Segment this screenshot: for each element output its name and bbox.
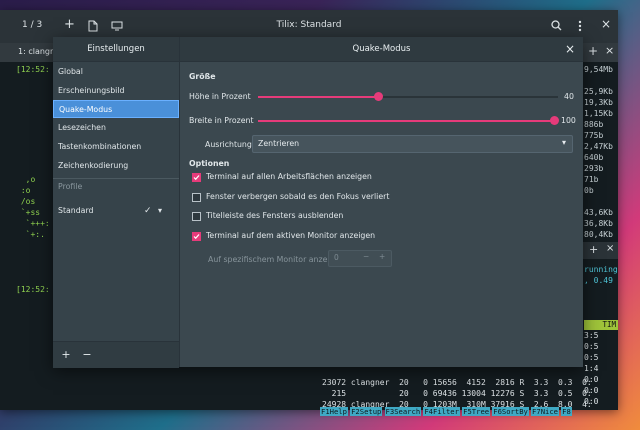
option-label[interactable]: Fenster verbergen sobald es den Fokus ve…: [206, 192, 389, 201]
option-label[interactable]: Terminal auf allen Arbeitsflächen anzeig…: [206, 172, 372, 181]
height-value: 40: [564, 92, 574, 101]
check-icon: ✓: [144, 206, 152, 216]
option-checkbox[interactable]: [192, 173, 201, 182]
search-icon[interactable]: [551, 20, 562, 33]
alignment-label: Ausrichtung: [205, 140, 252, 149]
options-heading: Optionen: [189, 159, 230, 168]
monitor-spinner[interactable]: 0 − +: [328, 250, 392, 267]
option-checkbox[interactable]: [192, 192, 201, 202]
pane-close-icon[interactable]: ×: [606, 243, 614, 254]
window-close-icon[interactable]: ×: [601, 17, 611, 31]
monitor-label: Auf spezifischem Monitor anzeigen: [208, 255, 345, 264]
sidebar-item-bookmarks[interactable]: Lesezeichen: [53, 119, 179, 137]
terminal-status: running , 0.49: [584, 265, 618, 285]
option-label[interactable]: Titelleiste des Fensters ausblenden: [206, 211, 343, 220]
spinner-minus[interactable]: −: [363, 252, 369, 261]
sidebar-item-shortcuts[interactable]: Tastenkombinationen: [53, 138, 179, 156]
htop-key: F8: [561, 407, 572, 416]
width-slider[interactable]: [258, 116, 559, 130]
menu-kebab-icon[interactable]: [578, 20, 582, 34]
sidebar-item-quake[interactable]: Quake-Modus: [53, 100, 179, 118]
dialog-close-icon[interactable]: ×: [565, 37, 575, 61]
split-pane-header: + ×: [583, 242, 618, 259]
width-value: 100: [561, 116, 576, 125]
htop-key: F3Search: [384, 407, 422, 416]
sidebar-item-global[interactable]: Global: [53, 63, 179, 81]
profiles-header: Profile: [58, 182, 83, 191]
option-checkbox[interactable]: [192, 212, 201, 221]
remove-profile-button[interactable]: −: [78, 347, 96, 363]
option-checkbox[interactable]: [192, 231, 201, 241]
size-heading: Größe: [189, 72, 216, 81]
height-slider[interactable]: [258, 92, 558, 106]
htop-key: F1Help: [320, 407, 348, 416]
alignment-select[interactable]: Zentrieren ▾: [252, 135, 573, 153]
window-title: Tilix: Standard: [276, 20, 342, 30]
terminal-right-output: 9,54Mb 25,9Kb 19,3Kb 1,15Kb 886b 775b 2,…: [584, 65, 613, 239]
dropdown-arrow-icon: ▾: [561, 138, 566, 147]
split-close-icon[interactable]: ×: [605, 44, 614, 57]
sidebar-footer: + −: [53, 341, 179, 368]
option-label[interactable]: Terminal auf dem aktiven Monitor anzeige…: [206, 231, 375, 240]
chevron-down-icon[interactable]: ▾: [158, 202, 162, 220]
dialog-title: Quake-Modus ×: [180, 37, 583, 62]
htop-process-rows: 23072 clangner 20 0 15656 4152 2816 R 3.…: [322, 378, 592, 409]
terminal-left-output: [12:52: ,o :o /os `+ss `+++: `+:. [12:52…: [16, 65, 50, 294]
htop-header: TIM: [584, 320, 618, 330]
sidebar-title: Einstellungen: [53, 37, 180, 62]
pane-add-icon[interactable]: +: [589, 243, 598, 256]
htop-key: F6SortBy: [492, 407, 529, 416]
width-label: Breite in Prozent: [189, 116, 254, 125]
sidebar-item-appearance[interactable]: Erscheinungsbild: [53, 82, 179, 100]
height-label: Höhe in Prozent: [189, 92, 251, 101]
htop-key: F7Nice: [531, 407, 560, 416]
add-profile-button[interactable]: +: [57, 347, 75, 363]
preferences-dialog: Einstellungen Quake-Modus × Global Ersch…: [53, 37, 583, 368]
spinner-plus[interactable]: +: [379, 252, 385, 261]
profile-item-standard[interactable]: Standard ✓ ▾: [53, 202, 179, 220]
htop-key: F5Tree: [462, 407, 491, 416]
htop-key: F2Setup: [350, 407, 383, 416]
sidebar-item-encoding[interactable]: Zeichenkodierung: [53, 157, 179, 175]
sidebar: Global Erscheinungsbild Quake-Modus Lese…: [53, 62, 180, 368]
htop-key: F4Filter: [423, 407, 460, 416]
split-add-icon[interactable]: +: [588, 44, 598, 58]
